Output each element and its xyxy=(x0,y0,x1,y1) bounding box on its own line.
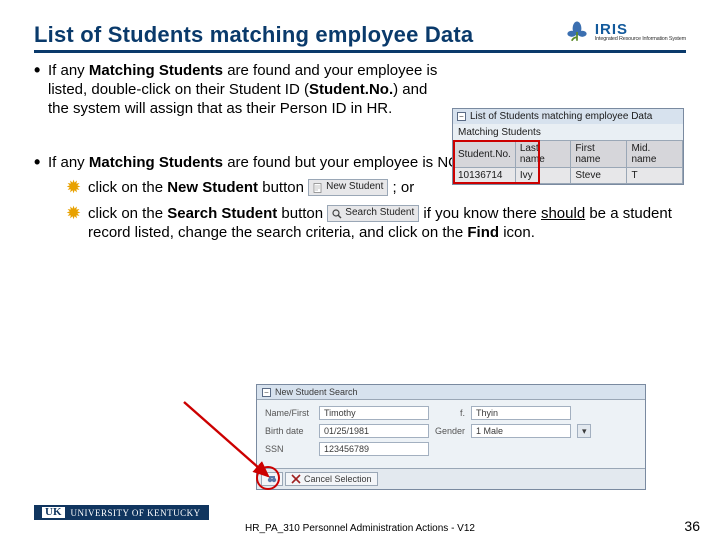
last-name-cell: Ivy xyxy=(515,168,571,184)
search-panel-title: New Student Search xyxy=(275,387,358,397)
b1-bold2: Student.No. xyxy=(309,81,393,98)
footer-center: HR_PA_310 Personnel Administration Actio… xyxy=(245,523,475,534)
cancel-selection-button[interactable]: Cancel Selection xyxy=(285,472,378,486)
search-row: SSN 123456789 xyxy=(265,442,637,456)
s1-post: ; or xyxy=(393,179,415,196)
star-icon: ✹ xyxy=(66,178,88,198)
b2-bold: Matching Students xyxy=(89,154,223,171)
s2-mid: button xyxy=(277,205,327,222)
s1-mid: button xyxy=(258,179,308,196)
b1-bold1: Matching Students xyxy=(89,62,223,79)
s1-b: New Student xyxy=(167,179,258,196)
cancel-label: Cancel Selection xyxy=(304,474,372,484)
matching-students-table: – List of Students matching employee Dat… xyxy=(452,108,684,185)
label-f: f. xyxy=(435,408,465,418)
col-header: Mid. name xyxy=(627,141,683,168)
mini-titlebar: List of Students matching employee Data xyxy=(470,111,652,122)
iris-logo: IRIS Integrated Resource Information Sys… xyxy=(563,18,686,46)
dropdown-icon[interactable]: ▾ xyxy=(577,424,591,438)
new-student-btn-label: New Student xyxy=(326,181,383,194)
search-panel: – New Student Search Name/First Timothy … xyxy=(256,384,646,490)
s2-pre: click on the xyxy=(88,205,167,222)
uk-shield-icon: UK xyxy=(42,507,65,518)
s2-post-a: if you know there xyxy=(423,205,541,222)
expand-icon: – xyxy=(262,388,271,397)
s1-pre: click on the xyxy=(88,179,167,196)
table-row: Student.No. Last name First name Mid. na… xyxy=(454,141,683,168)
uk-text: UNIVERSITY OF KENTUCKY xyxy=(71,508,201,518)
s2-b: Search Student xyxy=(167,205,277,222)
search-icon xyxy=(332,209,342,219)
label-ssn: SSN xyxy=(265,444,313,454)
input-birthdate[interactable]: 01/25/1981 xyxy=(319,424,429,438)
label-name: Name/First xyxy=(265,408,313,418)
input-ssn[interactable]: 123456789 xyxy=(319,442,429,456)
col-header: Student.No. xyxy=(454,141,516,168)
iris-flower-icon xyxy=(563,18,591,46)
student-no-cell[interactable]: 10136714 xyxy=(454,168,516,184)
input-lastname[interactable]: Thyin xyxy=(471,406,571,420)
uk-logo-bar: UK UNIVERSITY OF KENTUCKY xyxy=(34,505,209,520)
col-header: First name xyxy=(571,141,627,168)
b2-pre: If any xyxy=(48,154,89,171)
col-header: Last name xyxy=(515,141,571,168)
mid-name-cell: T xyxy=(627,168,683,184)
star-icon: ✹ xyxy=(66,204,88,242)
search-row: Birth date 01/25/1981 Gender 1 Male ▾ xyxy=(265,424,637,438)
input-gender[interactable]: 1 Male xyxy=(471,424,571,438)
document-icon xyxy=(313,183,323,193)
slide-title: List of Students matching employee Data xyxy=(34,22,473,48)
label-gender: Gender xyxy=(435,426,465,436)
binoculars-icon xyxy=(267,474,277,484)
new-student-button[interactable]: New Student xyxy=(308,179,388,196)
table-row[interactable]: 10136714 Ivy Steve T xyxy=(454,168,683,184)
sub-bullet-search-student: ✹ click on the Search Student button Sea… xyxy=(66,204,686,242)
search-student-btn-label: Search Student xyxy=(345,207,414,220)
label-birthdate: Birth date xyxy=(265,426,313,436)
search-row: Name/First Timothy f. Thyin xyxy=(265,406,637,420)
b1-pre: If any xyxy=(48,62,89,79)
cancel-icon xyxy=(291,474,301,484)
iris-brand-text: IRIS xyxy=(595,22,686,37)
s2-underline: should xyxy=(541,205,585,222)
s2-post-c: icon. xyxy=(499,224,535,241)
first-name-cell: Steve xyxy=(571,168,627,184)
input-firstname[interactable]: Timothy xyxy=(319,406,429,420)
iris-tagline: Integrated Resource Information System xyxy=(595,37,686,43)
expand-icon: – xyxy=(457,112,466,121)
s2-b2: Find xyxy=(467,224,499,241)
find-button[interactable] xyxy=(261,472,283,486)
mini-label: Matching Students xyxy=(453,124,683,140)
page-number: 36 xyxy=(684,518,700,534)
search-student-button[interactable]: Search Student xyxy=(327,205,419,222)
